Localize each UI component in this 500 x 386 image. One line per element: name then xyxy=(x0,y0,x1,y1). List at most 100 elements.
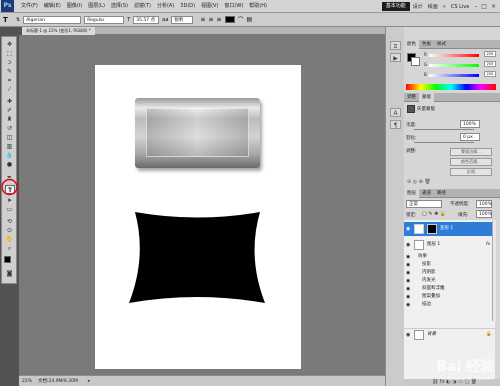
menu-3d[interactable]: 3D(D) xyxy=(177,0,198,13)
visibility-eye-icon[interactable]: ◉ xyxy=(406,329,410,341)
actions-panel-icon[interactable]: ▶ xyxy=(390,53,401,62)
tab-layers[interactable]: 图层 xyxy=(404,188,419,198)
text-tool-icon[interactable]: T xyxy=(3,16,13,24)
hand-tool-icon[interactable]: ✋ xyxy=(5,236,14,243)
effect-row-stroke[interactable]: ◉ 描边 xyxy=(404,301,495,309)
menu-analysis[interactable]: 分析(A) xyxy=(154,0,177,13)
color-spectrum-bar[interactable] xyxy=(406,84,496,90)
orientation-toggle-icon[interactable]: ⇅ xyxy=(16,17,20,23)
menu-image[interactable]: 图像(I) xyxy=(64,0,85,13)
effect-row-inner-shadow[interactable]: ◉ 内阴影 xyxy=(404,269,495,277)
visibility-eye-icon[interactable]: ◉ xyxy=(406,222,410,236)
visibility-eye-icon[interactable]: ◉ xyxy=(406,301,410,309)
minimize-icon[interactable]: – xyxy=(474,3,477,10)
align-center-icon[interactable]: ≡ xyxy=(208,16,213,23)
3d-rotate-tool-icon[interactable]: ⟲ xyxy=(5,218,14,225)
layers-scrollbar[interactable] xyxy=(492,221,496,321)
color-range-button[interactable]: 颜色范围... xyxy=(450,158,492,166)
menu-layer[interactable]: 图层(L) xyxy=(85,0,108,13)
visibility-eye-icon[interactable]: ◉ xyxy=(406,277,410,285)
warped-black-shape[interactable] xyxy=(129,212,265,303)
red-slider[interactable]: R 255 xyxy=(424,51,496,57)
density-field[interactable]: 100% xyxy=(460,120,480,128)
document-tab[interactable]: 未标题-1 @ 22% (变形1, RGB/8) * xyxy=(22,27,95,35)
feather-field[interactable]: 0 px xyxy=(460,133,480,141)
density-slider[interactable] xyxy=(414,129,474,130)
healing-brush-tool-icon[interactable]: ✚ xyxy=(5,98,14,105)
marquee-tool-icon[interactable]: ⬚ xyxy=(5,50,14,57)
clone-stamp-tool-icon[interactable]: ♜ xyxy=(5,116,14,123)
tab-paths[interactable]: 路径 xyxy=(434,189,449,198)
workspace-paint-button[interactable]: 绘画 xyxy=(428,3,438,10)
layer-row-background[interactable]: ◉ 背景 🔒 xyxy=(404,328,495,340)
menu-view[interactable]: 视图(V) xyxy=(198,0,221,13)
dodge-tool-icon[interactable]: ● xyxy=(5,161,14,168)
zoom-level[interactable]: 22% xyxy=(22,379,32,384)
menu-file[interactable]: 文件(F) xyxy=(18,0,41,13)
effect-row-drop-shadow[interactable]: ◉ 投影 xyxy=(404,261,495,269)
menu-window[interactable]: 窗口(W) xyxy=(221,0,246,13)
document-canvas[interactable] xyxy=(95,65,301,369)
blend-mode-select[interactable]: 正常 xyxy=(406,200,442,208)
align-left-icon[interactable]: ≡ xyxy=(200,16,205,23)
pen-tool-icon[interactable]: ✒ xyxy=(5,174,14,181)
antialias-select[interactable]: 锐利 xyxy=(171,15,194,24)
zoom-tool-icon[interactable]: ⌕ xyxy=(5,245,14,252)
fx-icon[interactable]: fx xyxy=(486,239,490,251)
effect-row-inner-glow[interactable]: ◉ 内发光 xyxy=(404,277,495,285)
fill-field[interactable]: 100% xyxy=(476,210,492,218)
invert-button[interactable]: 反相 xyxy=(450,168,492,176)
blur-tool-icon[interactable]: 💧 xyxy=(5,152,14,159)
history-brush-tool-icon[interactable]: ↺ xyxy=(5,125,14,132)
panel-background-swatch[interactable] xyxy=(411,57,420,66)
effect-row-bevel-emboss[interactable]: ◉ 斜面和浮雕 xyxy=(404,285,495,293)
quick-mask-icon[interactable]: ◙ xyxy=(5,270,14,277)
status-menu-icon[interactable]: ▸ xyxy=(88,379,90,384)
brush-tool-icon[interactable]: ✐ xyxy=(5,107,14,114)
text-color-swatch[interactable] xyxy=(224,16,235,23)
green-slider[interactable]: G 255 xyxy=(424,61,496,67)
visibility-eye-icon[interactable]: ◉ xyxy=(406,261,410,269)
cs-live-button[interactable]: CS Live xyxy=(451,4,469,10)
font-family-select[interactable]: Algerian xyxy=(23,15,82,24)
workspace-design-button[interactable]: 设计 xyxy=(413,3,423,10)
visibility-eye-icon[interactable]: ◉ xyxy=(406,285,410,293)
type-tool-icon[interactable]: T xyxy=(5,185,15,194)
character-panel-icon[interactable]: A xyxy=(390,108,401,117)
foreground-color-swatch[interactable] xyxy=(4,256,11,263)
tab-swatches[interactable]: 色板 xyxy=(419,40,434,49)
layer-row-layer1[interactable]: ◉ 图层 1 fx xyxy=(404,239,495,251)
visibility-eye-icon[interactable]: ◉ xyxy=(406,269,410,277)
eyedropper-tool-icon[interactable]: ⁄ xyxy=(5,86,14,93)
character-panel-icon[interactable]: ▤ xyxy=(247,16,253,23)
lasso-tool-icon[interactable]: ↄ xyxy=(5,59,14,66)
blue-slider[interactable]: B 255 xyxy=(424,71,496,77)
menu-help[interactable]: 帮助(H) xyxy=(246,0,270,13)
history-panel-icon[interactable]: ⧖ xyxy=(390,41,401,50)
gradient-tool-icon[interactable]: ▥ xyxy=(5,143,14,150)
effect-row-pattern-overlay[interactable]: ◉ 图案叠加 xyxy=(404,293,495,301)
menu-filter[interactable]: 滤镜(T) xyxy=(131,0,154,13)
align-right-icon[interactable]: ≡ xyxy=(216,16,221,23)
maximize-icon[interactable]: □ xyxy=(481,3,487,10)
quick-select-tool-icon[interactable]: ✎ xyxy=(5,68,14,75)
paragraph-panel-icon[interactable]: ¶ xyxy=(390,120,401,129)
move-tool-icon[interactable]: ✥ xyxy=(5,41,14,48)
tab-channels[interactable]: 通道 xyxy=(419,189,434,198)
canvas-area[interactable] xyxy=(19,35,385,375)
3d-camera-tool-icon[interactable]: ⊙ xyxy=(5,227,14,234)
warped-shape-layer[interactable] xyxy=(95,65,301,369)
tab-color[interactable]: 颜色 xyxy=(404,39,419,49)
font-size-select[interactable]: 35.57 点 xyxy=(133,15,160,24)
effects-row[interactable]: ◉ 效果 xyxy=(404,253,495,261)
mask-edge-button[interactable]: 蒙版边缘... xyxy=(450,148,492,156)
lock-icons[interactable]: ▢ ✎ ✥ 🔒 xyxy=(422,211,446,217)
font-style-select[interactable]: Regular xyxy=(84,15,125,24)
visibility-eye-icon[interactable]: ◉ xyxy=(406,239,410,251)
tab-styles[interactable]: 样式 xyxy=(434,40,449,49)
warp-text-icon[interactable]: ⌒ xyxy=(238,15,244,24)
visibility-eye-icon[interactable]: ◉ xyxy=(406,253,410,261)
workspace-essentials-button[interactable]: 基本功能 xyxy=(381,2,410,11)
tab-adjustments[interactable]: 调整 xyxy=(404,93,419,102)
eraser-tool-icon[interactable]: ◫ xyxy=(5,134,14,141)
